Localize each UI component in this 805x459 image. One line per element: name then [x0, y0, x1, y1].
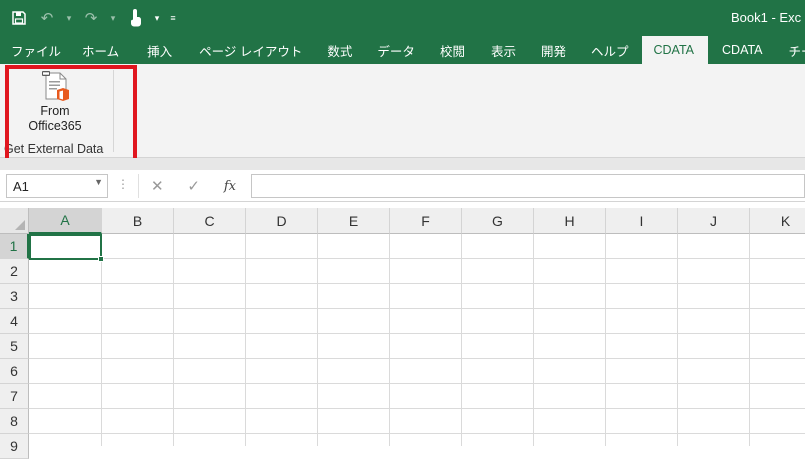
tab-developer[interactable]: 開発: [529, 36, 579, 64]
red-highlight-box: [5, 65, 137, 173]
column-header-j[interactable]: J: [678, 208, 750, 234]
gridline: [245, 234, 246, 446]
name-box[interactable]: A1 ▼: [6, 174, 108, 198]
gridline: [29, 283, 805, 284]
quick-access-toolbar: ↶ ▾ ↷ ▾ ▾ ≡: [8, 7, 178, 29]
row-header-2[interactable]: 2: [0, 259, 29, 284]
gridline: [29, 408, 805, 409]
gridline: [29, 333, 805, 334]
column-header-c[interactable]: C: [174, 208, 246, 234]
insert-function-icon[interactable]: fx: [224, 179, 236, 194]
gridline: [317, 234, 318, 446]
gridline: [605, 234, 606, 446]
gridline: [533, 234, 534, 446]
name-box-value: A1: [13, 179, 29, 194]
gridline: [29, 358, 805, 359]
gridline: [461, 234, 462, 446]
worksheet-grid[interactable]: A B C D E F G H I J K 1 2 3 4 5 6 7 8 9: [0, 208, 805, 446]
tab-page-layout[interactable]: ページ レイアウト: [186, 36, 314, 64]
document-title: Book1 - Exc: [731, 10, 801, 25]
ribbon-tabs: ファイル ホーム 挿入 ページ レイアウト 数式 データ 校閲 表示 開発 ヘル…: [0, 36, 805, 64]
redo-icon[interactable]: ↷: [80, 7, 102, 29]
row-header-1[interactable]: 1: [0, 234, 29, 259]
tab-insert[interactable]: 挿入: [134, 36, 186, 64]
row-header-3[interactable]: 3: [0, 284, 29, 309]
gridline: [29, 308, 805, 309]
active-cell-a1[interactable]: [29, 234, 102, 260]
gridline: [101, 234, 102, 446]
column-header-h[interactable]: H: [534, 208, 606, 234]
tab-view[interactable]: 表示: [478, 36, 529, 64]
column-header-f[interactable]: F: [390, 208, 462, 234]
tab-home[interactable]: ホーム: [72, 36, 134, 64]
row-header-6[interactable]: 6: [0, 359, 29, 384]
undo-icon[interactable]: ↶: [36, 7, 58, 29]
enter-icon[interactable]: ✓: [187, 177, 200, 195]
row-header-4[interactable]: 4: [0, 309, 29, 334]
gridline: [29, 433, 805, 434]
column-header-g[interactable]: G: [462, 208, 534, 234]
formula-bar: A1 ▼ ⋮ ✕ ✓ fx: [0, 170, 805, 202]
chevron-down-icon[interactable]: ▼: [94, 177, 103, 187]
customize-qat-icon[interactable]: ≡: [168, 7, 178, 29]
tab-file[interactable]: ファイル: [0, 36, 72, 64]
column-header-d[interactable]: D: [246, 208, 318, 234]
select-all-button[interactable]: [0, 208, 29, 234]
undo-dropdown-icon[interactable]: ▾: [64, 7, 74, 29]
ribbon-gap: [0, 158, 805, 170]
redo-dropdown-icon[interactable]: ▾: [108, 7, 118, 29]
tab-cdata-active[interactable]: CDATA: [642, 36, 709, 64]
column-header-b[interactable]: B: [102, 208, 174, 234]
row-header-8[interactable]: 8: [0, 409, 29, 434]
gridline: [749, 234, 750, 446]
gridline: [173, 234, 174, 446]
formula-bar-resize-handle[interactable]: ⋮: [117, 177, 129, 191]
column-header-k[interactable]: K: [750, 208, 805, 234]
tab-help[interactable]: ヘルプ: [579, 36, 642, 64]
row-header-9[interactable]: 9: [0, 434, 29, 459]
formula-input[interactable]: [251, 174, 805, 198]
tab-review[interactable]: 校閲: [428, 36, 478, 64]
gridline: [29, 258, 805, 259]
touch-mode-icon[interactable]: [124, 7, 146, 29]
tab-cdata[interactable]: CDATA: [708, 36, 777, 64]
touch-mode-dropdown-icon[interactable]: ▾: [152, 7, 162, 29]
row-header-5[interactable]: 5: [0, 334, 29, 359]
gridline: [29, 383, 805, 384]
tab-formulas[interactable]: 数式: [314, 36, 365, 64]
column-header-a[interactable]: A: [29, 208, 102, 234]
formula-bar-buttons: ✕ ✓ fx: [138, 174, 248, 198]
fill-handle[interactable]: [98, 256, 104, 262]
gridline: [389, 234, 390, 446]
column-header-e[interactable]: E: [318, 208, 390, 234]
cancel-icon[interactable]: ✕: [151, 177, 164, 195]
save-icon[interactable]: [8, 7, 30, 29]
tell-me-icon[interactable]: [785, 40, 803, 58]
row-header-7[interactable]: 7: [0, 384, 29, 409]
tab-data[interactable]: データ: [365, 36, 428, 64]
title-bar: ↶ ▾ ↷ ▾ ▾ ≡ Book1 - Exc: [0, 0, 805, 36]
column-header-i[interactable]: I: [606, 208, 678, 234]
gridline: [677, 234, 678, 446]
